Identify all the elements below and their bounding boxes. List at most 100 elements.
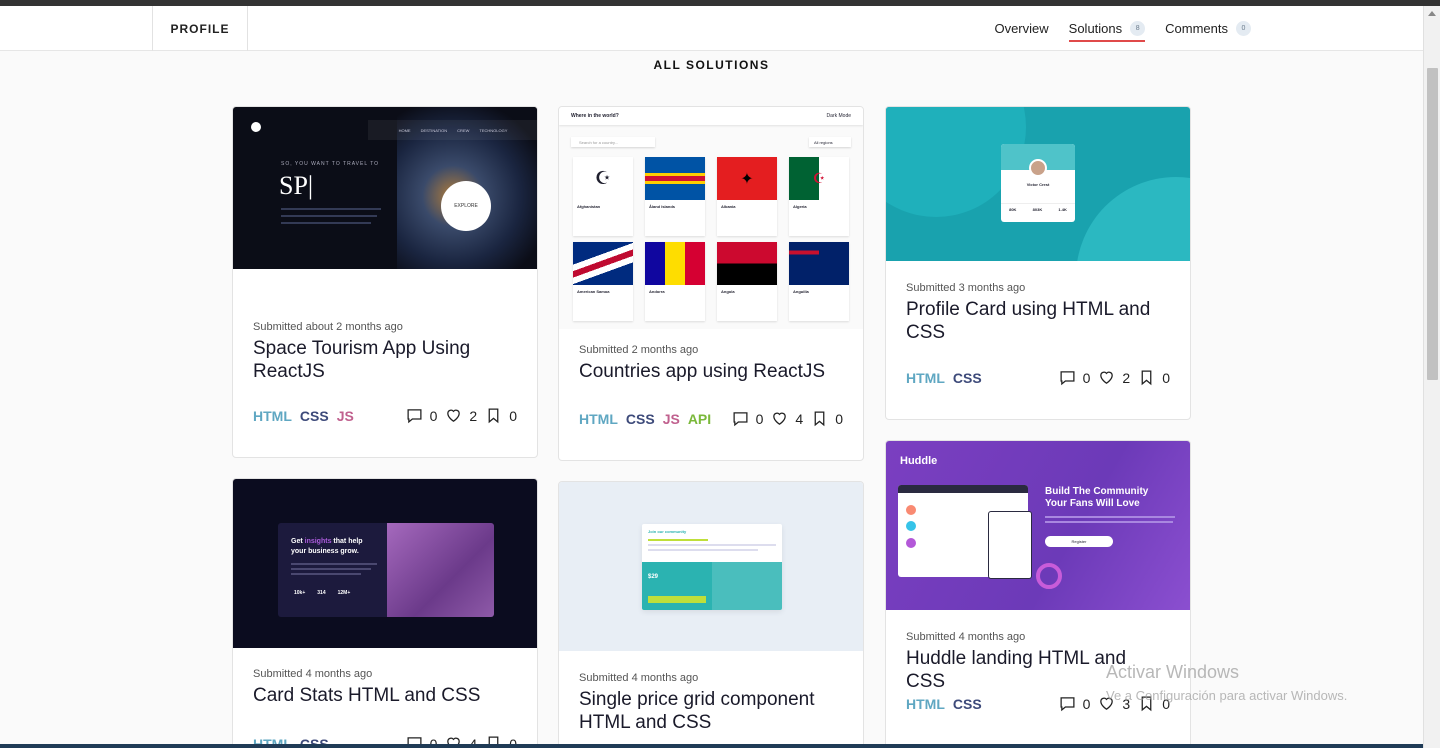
country-name-8: Anguilla (793, 289, 809, 294)
tech-tags: HTML CSS JS API (579, 411, 711, 427)
solution-card-stats-card[interactable]: Get insights that help your business gro… (232, 478, 538, 748)
thumb-explore-button: EXPLORE (441, 181, 491, 231)
card-thumbnail: Where in the world? Dark Mode Search for… (559, 107, 863, 329)
profile-nav: Overview Solutions 8 Comments 0 (994, 6, 1251, 51)
bookmarks-count: 0 (509, 407, 517, 424)
solution-card-countries-app[interactable]: Where in the world? Dark Mode Search for… (558, 106, 864, 461)
comments-count-badge: 0 (1236, 21, 1251, 36)
card-thumbnail: Victor Crest 80K 803K 1.4K (886, 107, 1190, 261)
profile-tab[interactable]: PROFILE (152, 6, 248, 51)
vertical-scrollbar[interactable] (1423, 6, 1440, 748)
thumb-search: Search for a country... (571, 137, 655, 147)
card-title-line-1: Countries app using ReactJS (579, 361, 826, 382)
comments-count: 0 (1082, 369, 1091, 386)
tag-html: HTML (579, 410, 618, 427)
comments-count: 0 (1082, 695, 1091, 712)
thumb-stat-2: 803K (1032, 207, 1043, 212)
card-thumbnail: Get insights that help your business gro… (233, 479, 537, 648)
tab-comments[interactable]: Comments 0 (1165, 6, 1251, 51)
windows-activation-watermark: Activar Windows Ve a Configuración para … (1106, 662, 1347, 703)
thumb-menu-home: HOME (398, 127, 411, 133)
card-title[interactable]: Space Tourism App Using ReactJS (253, 337, 517, 383)
country-name-7: Angola (721, 289, 735, 294)
bookmarks-count: 0 (1162, 369, 1170, 386)
tag-html: HTML (253, 407, 292, 424)
solution-card-profile-card[interactable]: Victor Crest 80K 803K 1.4K Submitted 3 m… (885, 106, 1191, 420)
likes-stat[interactable]: 2 (445, 407, 477, 424)
tech-tags: HTML CSS JS (253, 408, 354, 424)
bookmark-icon (814, 411, 825, 427)
tab-solutions[interactable]: Solutions 8 (1068, 6, 1146, 51)
thumb-stat-3: 1.4K (1058, 207, 1067, 212)
tab-solutions-label: Solutions (1068, 21, 1123, 36)
bookmarks-count: 0 (835, 410, 843, 427)
card-title-line-1: Space Tourism App Using (253, 338, 471, 359)
thumb-filter: All regions (809, 137, 851, 147)
card-title[interactable]: Countries app using ReactJS (579, 360, 843, 383)
tab-comments-label: Comments (1165, 21, 1228, 36)
thumb-headline-b: insights (304, 538, 332, 545)
tech-tags: HTML CSS (906, 696, 982, 712)
thumb-headline-c: that help (331, 538, 363, 545)
section-title: ALL SOLUTIONS (653, 58, 770, 72)
card-title-line-1: Profile Card using HTML and (906, 299, 1151, 320)
bookmarks-stat[interactable]: 0 (811, 410, 843, 427)
tag-js: JS (336, 407, 354, 424)
card-thumbnail: Join our community $29 (559, 482, 863, 651)
bookmarks-stat[interactable]: 0 (1138, 369, 1170, 386)
country-name-5: American Samoa (577, 289, 610, 294)
card-title[interactable]: Profile Card using HTML and CSS (906, 298, 1170, 344)
thumb-heading: Join our community (648, 529, 687, 534)
comment-icon (1060, 371, 1075, 386)
comments-count: 0 (429, 407, 438, 424)
card-stats: 0 2 0 (406, 407, 517, 424)
comment-icon (733, 412, 748, 427)
tag-html: HTML (906, 369, 945, 386)
heart-icon (773, 412, 787, 425)
likes-stat[interactable]: 4 (771, 410, 803, 427)
country-name-4: Algeria (793, 204, 807, 209)
country-name-6: Andorra (649, 289, 665, 294)
submitted-date: Submitted about 2 months ago (253, 321, 403, 333)
comment-icon (1060, 697, 1075, 712)
thumb-headline: SP| (279, 171, 314, 200)
comments-count: 0 (755, 410, 764, 427)
comments-stat[interactable]: 0 (406, 407, 438, 424)
comments-stat[interactable]: 0 (732, 410, 764, 427)
scroll-up-arrow-icon[interactable] (1428, 11, 1436, 16)
tag-js: JS (662, 410, 680, 427)
tab-overview[interactable]: Overview (994, 6, 1048, 51)
watermark-subtitle: Ve a Configuración para activar Windows. (1106, 688, 1348, 703)
thumb-menu-technology: TECHNOLOGY (479, 127, 508, 133)
likes-count: 4 (795, 410, 804, 427)
thumb-stat-1: 10k+ (294, 590, 306, 596)
card-title[interactable]: Single price grid component HTML and CSS (579, 688, 843, 734)
tech-tags: HTML CSS (906, 370, 982, 386)
tag-html: HTML (906, 695, 945, 712)
watermark-title: Activar Windows (1106, 662, 1240, 682)
card-title-line-2: CSS (906, 322, 946, 343)
profile-header: PROFILE Overview Solutions 8 Comments 0 (0, 6, 1423, 51)
solution-card-single-price-grid[interactable]: Join our community $29 Submitted 4 month… (558, 481, 864, 748)
tag-css: CSS (299, 407, 329, 424)
solution-card-space-tourism[interactable]: HOME DESTINATION CREW TECHNOLOGY SO, YOU… (232, 106, 538, 458)
comments-stat[interactable]: 0 (1059, 369, 1091, 386)
tag-css: CSS (952, 369, 982, 386)
scroll-thumb[interactable] (1427, 68, 1438, 380)
thumb-price: $29 (648, 574, 659, 580)
submitted-date: Submitted 4 months ago (579, 672, 699, 684)
card-thumbnail: Huddle Build The Community Your Fans Wil… (886, 441, 1190, 610)
huddle-logo: Huddle (900, 455, 937, 467)
thumb-app-title: Where in the world? (571, 113, 619, 119)
card-title[interactable]: Card Stats HTML and CSS (253, 684, 517, 707)
card-title-line-1: Card Stats HTML and CSS (253, 685, 481, 706)
bookmark-icon (1141, 370, 1152, 386)
comments-stat[interactable]: 0 (1059, 695, 1091, 712)
tag-css: CSS (625, 410, 655, 427)
bookmarks-stat[interactable]: 0 (485, 407, 517, 424)
likes-stat[interactable]: 2 (1098, 369, 1130, 386)
tag-css: CSS (952, 695, 982, 712)
card-title-line-2: HTML and CSS (579, 712, 712, 733)
submitted-date: Submitted 3 months ago (906, 282, 1026, 294)
taskbar-edge (0, 744, 1423, 748)
